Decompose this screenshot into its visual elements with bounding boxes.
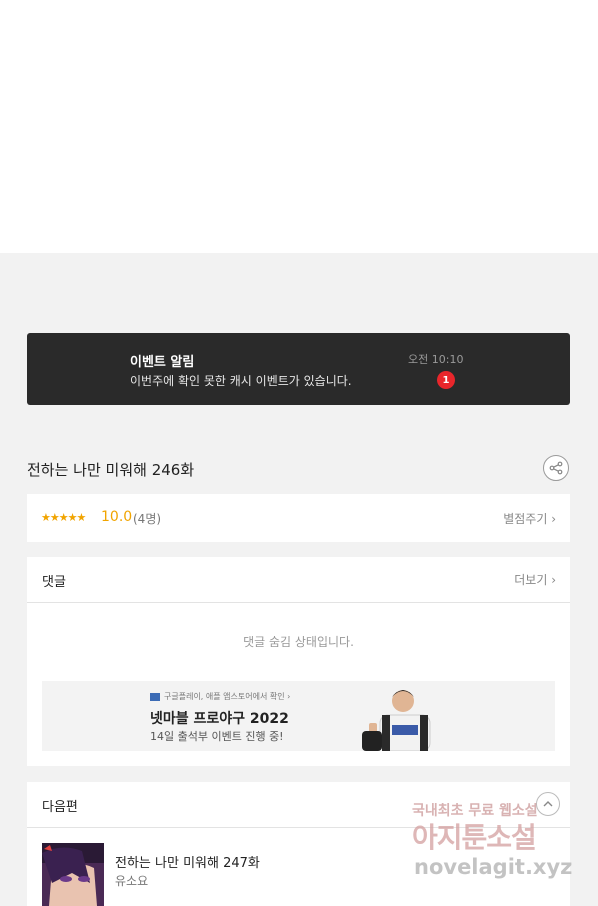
notice-description: 이번주에 확인 못한 캐시 이벤트가 있습니다. (130, 374, 352, 388)
star-rating-icon: ★★★★★ (41, 511, 86, 524)
rating-count: (4명) (133, 512, 162, 526)
notice-time: 오전 10:10 (408, 353, 464, 366)
next-episode-title: 전하는 나만 미워해 247화 (115, 856, 260, 871)
comments-card: 댓글 더보기 › 댓글 숨김 상태입니다. 구글플레이, 애플 앱스토어에서 확… (27, 557, 570, 766)
content-blank-area (0, 0, 598, 253)
next-episode-heading: 다음편 (42, 800, 78, 815)
ad-description: 14일 출석부 이벤트 진행 중! (150, 730, 284, 743)
watermark-url: novelagit.xyz (414, 855, 573, 879)
ad-store-text: 구글플레이, 애플 앱스토어에서 확인 › (164, 692, 291, 701)
site-watermark: 국내최초 무료 웹소설 아지툰소설 novelagit.xyz (412, 800, 584, 890)
rating-score: 10.0 (101, 509, 133, 525)
ad-store-note: 구글플레이, 애플 앱스토어에서 확인 › (150, 691, 290, 702)
comments-title: 댓글 (42, 575, 66, 590)
ad-banner[interactable]: 구글플레이, 애플 앱스토어에서 확인 › 넷마블 프로야구 2022 14일 … (42, 681, 555, 751)
comments-more-button[interactable]: 더보기 › (514, 571, 556, 588)
ad-player-image (362, 690, 431, 751)
ad-title: 넷마블 프로야구 2022 (150, 711, 289, 727)
store-icon (150, 692, 160, 701)
episode-title: 전하는 나만 미워해 246화 (27, 461, 195, 479)
event-notification[interactable]: 이벤트 알림 이번주에 확인 못한 캐시 이벤트가 있습니다. 오전 10:10… (27, 333, 570, 405)
watermark-brand: 아지툰소설 (412, 821, 537, 854)
next-episode-author: 유소요 (115, 874, 149, 888)
notice-count-badge: 1 (437, 371, 455, 389)
next-episode-thumbnail (42, 843, 104, 906)
notice-title: 이벤트 알림 (130, 355, 195, 370)
rating-card: ★★★★★ 10.0 (4명) 별점주기 › (27, 494, 570, 542)
rate-button[interactable]: 별점주기 › (503, 510, 556, 527)
share-button[interactable] (543, 455, 569, 481)
comments-hidden-message: 댓글 숨김 상태입니다. (243, 635, 354, 649)
share-icon (549, 461, 563, 475)
comments-header: 댓글 더보기 › (27, 557, 570, 603)
